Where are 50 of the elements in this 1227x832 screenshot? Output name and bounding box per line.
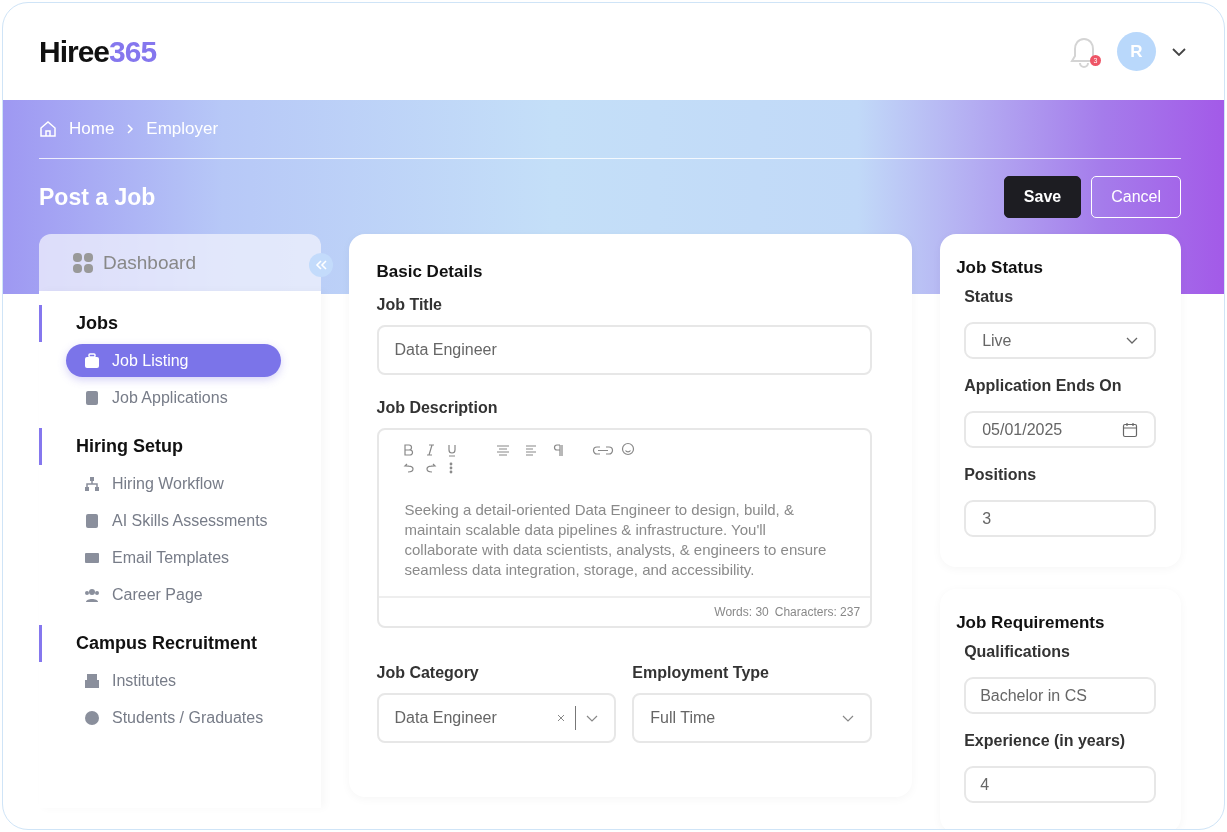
calendar-icon[interactable]: [1122, 421, 1138, 438]
select-field[interactable]: Full Time: [632, 693, 873, 743]
date-field[interactable]: 05/01/2025: [964, 411, 1156, 448]
users-icon: [84, 586, 100, 603]
double-chevron-left-icon: [314, 260, 327, 270]
field-label: Experience (in years): [964, 732, 1127, 750]
sitemap-icon: [84, 475, 100, 492]
section-title: Campus Recruitment: [39, 625, 321, 662]
field-label: Application Ends On: [964, 377, 1123, 395]
field-label: Positions: [964, 466, 1038, 484]
sidebar-item[interactable]: Students / Graduates: [66, 701, 281, 734]
page-title: Post a Job: [39, 183, 156, 211]
field-label: Status: [964, 288, 1015, 306]
field-label: Job Category: [376, 664, 480, 682]
save-button[interactable]: Save: [1003, 176, 1082, 218]
sidebar-item[interactable]: Job Applications: [66, 381, 281, 414]
rich-text-editor[interactable]: [376, 428, 873, 628]
cancel-button[interactable]: Cancel: [1091, 176, 1181, 218]
sidebar-item[interactable]: Hiring Workflow: [66, 467, 281, 500]
dashboard-item[interactable]: Dashboard: [39, 234, 321, 291]
select-field[interactable]: Data Engineer: [376, 693, 617, 743]
chevron-down-icon[interactable]: [1126, 337, 1138, 344]
chevron-down-icon[interactable]: [1172, 47, 1186, 56]
select-field[interactable]: Live: [964, 322, 1156, 359]
card-title: Job Status: [956, 258, 1045, 278]
home-icon[interactable]: [39, 120, 57, 138]
word-count: Words: 30: [714, 605, 769, 619]
field-label: Job Title: [376, 296, 443, 314]
character-count: Characters: 237: [774, 605, 861, 619]
card-title: Job Requirements: [956, 613, 1106, 633]
field-label: Qualifications: [964, 643, 1071, 661]
logo[interactable]: Hiree365: [39, 34, 157, 69]
description-text: Seeking a detail-oriented Data Engineer to design, build, & maintain scalable data pipelines & infrastructure. You'll collaborate with data scientists, analysts, & engineers to ensure seamless data integration, storage, and accessibility.: [404, 500, 828, 580]
input-field[interactable]: 3: [964, 500, 1156, 537]
field-label: Employment Type: [632, 664, 770, 682]
chevron-right-icon: [126, 123, 135, 135]
card-title: Basic Details: [376, 262, 484, 282]
briefcase-icon: [84, 352, 100, 369]
sidebar-item[interactable]: Career Page: [66, 578, 281, 611]
input-field[interactable]: Bachelor in CS: [964, 677, 1156, 714]
sidebar-item[interactable]: AI Skills Assessments: [66, 504, 281, 537]
sidebar-item[interactable]: Institutes: [66, 664, 281, 697]
clear-icon[interactable]: [557, 714, 566, 722]
input-field[interactable]: Data Engineer: [376, 325, 873, 375]
grid-icon: [73, 252, 93, 273]
field-label: Job Description: [376, 399, 499, 417]
input-field[interactable]: 4: [964, 766, 1156, 803]
section-title: Hiring Setup: [39, 428, 321, 465]
sidebar-item[interactable]: Job Listing: [66, 344, 281, 377]
sidebar-item[interactable]: Email Templates: [66, 541, 281, 574]
